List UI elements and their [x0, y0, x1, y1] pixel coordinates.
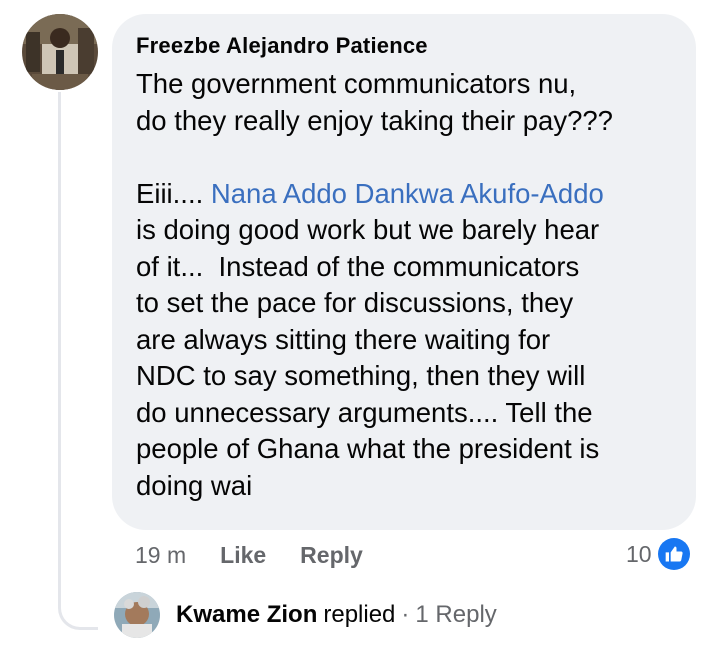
- like-thumb-icon: [657, 538, 690, 570]
- comment-author-name[interactable]: Freezbe Alejandro Patience: [136, 32, 674, 60]
- comment-text: The government communicators nu, do they…: [136, 66, 674, 504]
- reply-count: 1 Reply: [415, 601, 497, 628]
- reply-verb: replied: [323, 601, 396, 628]
- reaction-count: 10: [626, 540, 652, 567]
- comment-paragraph-2-rest: is doing good work but we barely hear of…: [136, 214, 600, 501]
- like-button[interactable]: Like: [220, 542, 266, 569]
- commenter-avatar[interactable]: [22, 14, 98, 90]
- comment-actions: 19 m Like Reply: [135, 538, 397, 572]
- reply-button[interactable]: Reply: [300, 542, 363, 569]
- thread-connector-line: [58, 92, 98, 630]
- replier-name: Kwame Zion: [176, 601, 318, 628]
- comment-paragraph-2-prefix: Eiii....: [136, 177, 211, 209]
- reaction-summary[interactable]: 10: [626, 536, 690, 572]
- replier-avatar: [114, 592, 160, 638]
- commenter-avatar-image: [22, 14, 98, 90]
- comment-paragraph-1: The government communicators nu, do they…: [136, 68, 613, 136]
- reply-separator: ·: [401, 601, 410, 628]
- comment-timestamp[interactable]: 19 m: [135, 542, 186, 569]
- mention-link[interactable]: Nana Addo Dankwa Akufo-Addo: [211, 178, 604, 209]
- replier-avatar-image: [114, 592, 160, 638]
- comment-bubble: Freezbe Alejandro Patience The governmen…: [112, 14, 696, 530]
- view-replies-link[interactable]: Kwame Zion replied · 1 Reply: [114, 592, 497, 638]
